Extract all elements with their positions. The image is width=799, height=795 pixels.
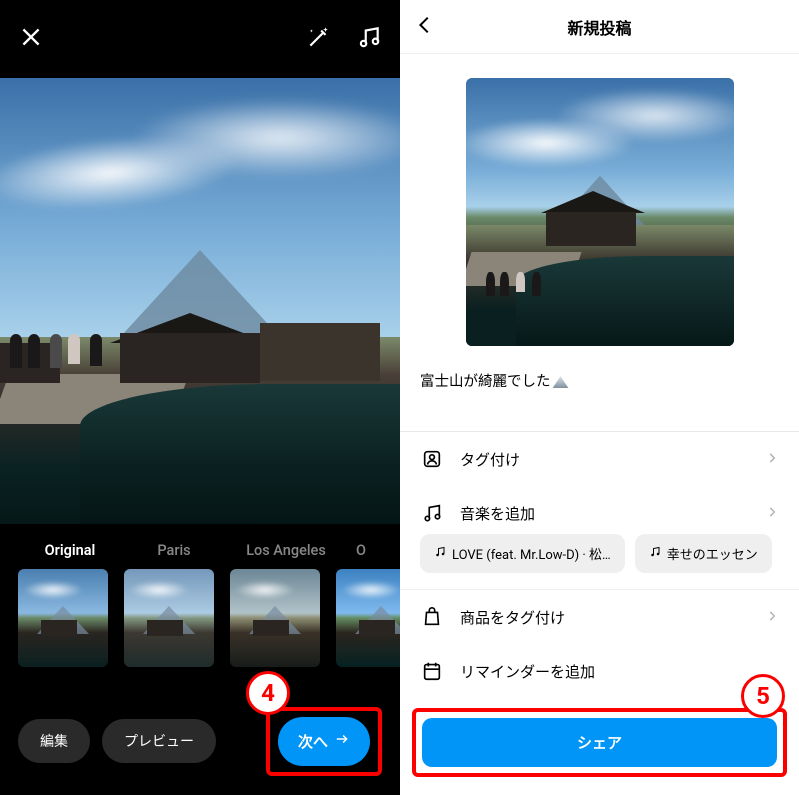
filter-label-next[interactable]: O — [346, 542, 376, 559]
filter-thumb-original[interactable] — [18, 569, 108, 667]
chevron-right-icon — [765, 608, 779, 627]
music-chip-1-label: LOVE (feat. Mr.Low-D) · 松… — [452, 544, 611, 563]
option-tag-products[interactable]: 商品をタグ付け — [400, 590, 799, 644]
filter-label-losangeles[interactable]: Los Angeles — [226, 542, 346, 559]
filter-label-original[interactable]: Original — [18, 542, 122, 559]
music-icon[interactable] — [356, 24, 382, 54]
post-options: タグ付け 音楽を追加 LOVE (feat. Mr.Low-D) · 松… 幸せ… — [400, 432, 799, 698]
music-chip-icon — [434, 546, 446, 562]
edit-bottom-bar: 編集 プレビュー 4 次へ — [0, 705, 400, 795]
option-add-music-label: 音楽を追加 — [460, 503, 749, 524]
caption-input[interactable]: 富士山が綺麗でした — [400, 360, 799, 432]
main-photo-preview[interactable] — [0, 78, 400, 524]
option-add-reminder-label: リマインダーを追加 — [460, 661, 779, 682]
filter-thumb-losangeles[interactable] — [230, 569, 320, 667]
music-chip-1[interactable]: LOVE (feat. Mr.Low-D) · 松… — [420, 534, 625, 573]
music-chip-icon — [649, 546, 661, 562]
share-button[interactable]: シェア — [422, 718, 777, 767]
post-preview-wrap — [400, 54, 799, 360]
filter-strip: Original Paris Los Angeles O — [0, 524, 400, 667]
filter-label-paris[interactable]: Paris — [122, 542, 226, 559]
annotation-badge-4: 4 — [246, 671, 290, 715]
option-add-music[interactable]: 音楽を追加 — [400, 486, 799, 534]
tag-people-icon — [420, 448, 444, 470]
chevron-right-icon — [765, 504, 779, 523]
back-icon[interactable] — [414, 14, 436, 40]
music-suggestions: LOVE (feat. Mr.Low-D) · 松… 幸せのエッセン — [400, 534, 799, 590]
caption-text: 富士山が綺麗でした — [420, 373, 551, 390]
calendar-icon — [420, 660, 444, 682]
page-title: 新規投稿 — [567, 15, 631, 39]
new-post-header: 新規投稿 — [400, 0, 799, 54]
music-chip-2-label: 幸せのエッセン — [667, 544, 758, 563]
option-tag-people-label: タグ付け — [460, 449, 749, 470]
option-tag-products-label: 商品をタグ付け — [460, 607, 749, 628]
filter-thumb-next[interactable] — [336, 569, 400, 667]
option-tag-people[interactable]: タグ付け — [400, 432, 799, 486]
edit-top-bar — [0, 0, 400, 78]
fuji-emoji-icon — [553, 376, 569, 388]
next-button[interactable]: 次へ — [278, 717, 370, 766]
chevron-right-icon — [765, 450, 779, 469]
edit-button[interactable]: 編集 — [18, 719, 90, 763]
annotation-highlight-4: 4 次へ — [266, 707, 382, 776]
filter-thumb-paris[interactable] — [124, 569, 214, 667]
edit-screen: Original Paris Los Angeles O 編集 プレビュー 4 … — [0, 0, 400, 795]
arrow-right-icon — [334, 732, 350, 750]
new-post-screen: 新規投稿 富士山が綺麗でした タグ付け — [400, 0, 799, 795]
next-button-label: 次へ — [298, 731, 328, 752]
preview-button[interactable]: プレビュー — [102, 719, 216, 763]
music-note-icon — [420, 502, 444, 524]
shopping-bag-icon — [420, 606, 444, 628]
post-preview-image[interactable] — [466, 78, 734, 346]
option-add-reminder[interactable]: リマインダーを追加 — [400, 644, 799, 698]
close-icon[interactable] — [18, 24, 44, 54]
music-chip-2[interactable]: 幸せのエッセン — [635, 534, 772, 573]
annotation-badge-5: 5 — [741, 674, 785, 718]
annotation-highlight-5: 5 シェア — [412, 708, 787, 777]
magic-wand-icon[interactable] — [306, 24, 332, 54]
